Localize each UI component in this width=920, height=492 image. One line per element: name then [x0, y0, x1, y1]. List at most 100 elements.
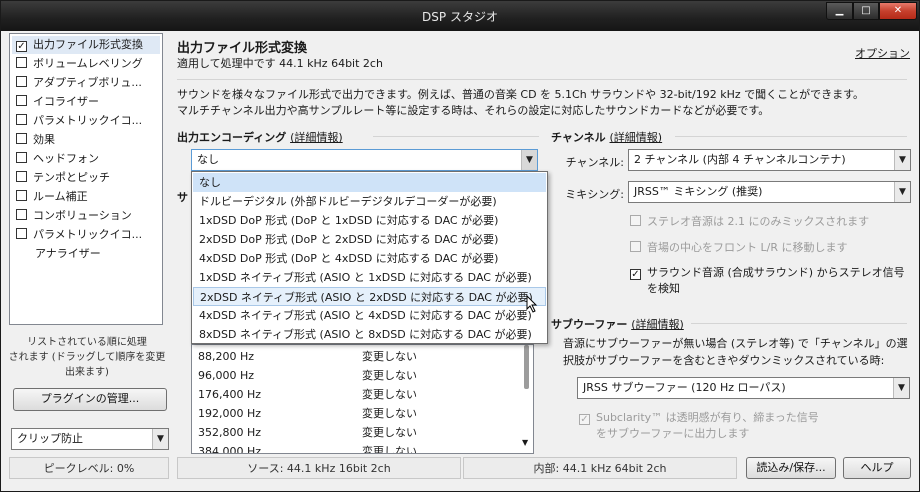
detect-surround-option[interactable]: ✓ サラウンド音源 (合成サラウンド) からステレオ信号 を検知: [630, 265, 905, 297]
checkbox-checked[interactable]: ✓: [630, 269, 641, 280]
options-link[interactable]: オプション: [855, 45, 910, 61]
sidebar-item[interactable]: テンポとピッチ: [12, 169, 160, 187]
clip-protection-select[interactable]: クリップ防止 ▼: [11, 428, 169, 450]
rate-action[interactable]: 変更しない: [362, 366, 417, 385]
checkbox-checked[interactable]: ✓: [16, 41, 27, 52]
sidebar-item-label: アダプティブボリュ...: [33, 76, 142, 89]
sidebar-item[interactable]: ✓ 出力ファイル形式変換: [12, 36, 160, 54]
center-to-front-option: 音場の中心をフロント L/R に移動します: [630, 239, 847, 255]
checkbox[interactable]: [16, 228, 27, 239]
checkbox[interactable]: [16, 76, 27, 87]
encoding-option[interactable]: なし: [193, 173, 546, 192]
sidebar-item[interactable]: ヘッドフォン: [12, 150, 160, 168]
option-label: ステレオ音源は 2.1 にのみミックスされます: [647, 215, 870, 228]
sidebar-item[interactable]: アダプティブボリュ...: [12, 74, 160, 92]
option-label: 音場の中心をフロント L/R に移動します: [647, 241, 848, 254]
encoding-option[interactable]: 1xDSD ネイティブ形式 (ASIO と 1xDSD に対応する DAC が必…: [193, 268, 546, 287]
channel-value: 2 チャンネル (内部 4 チャンネルコンテナ): [634, 153, 846, 166]
sidebar-item-label: パラメトリックイコ...: [33, 228, 143, 241]
maximize-button[interactable]: □: [853, 2, 879, 20]
mixing-select[interactable]: JRSS™ ミキシング (推奨) ▼: [628, 181, 911, 203]
rate-row[interactable]: 96,000 Hz 変更しない: [198, 366, 518, 385]
rate-list-scrollbar[interactable]: [520, 345, 533, 453]
rate-action[interactable]: 変更しない: [362, 347, 417, 366]
encoding-dropdown-list[interactable]: なし ドルビーデジタル (外部ドルビーデジタルデコーダーが必要) 1xDSD DoP…: [191, 171, 548, 344]
divider: [675, 136, 907, 137]
source-format-status: ソース: 44.1 kHz 16bit 2ch: [177, 457, 461, 479]
encoding-option[interactable]: 4xDSD ネイティブ形式 (ASIO と 4xDSD に対応する DAC が必…: [193, 306, 546, 325]
rate-action[interactable]: 変更しない: [362, 442, 417, 453]
encoding-details-link[interactable]: (詳細情報): [290, 131, 343, 144]
order-note-line: 出来ます): [65, 367, 109, 378]
checkbox[interactable]: [16, 171, 27, 182]
sidebar-item[interactable]: パラメトリックイコ...: [12, 112, 160, 130]
rate-action[interactable]: 変更しない: [362, 385, 417, 404]
encoding-option[interactable]: 4xDSD DoP 形式 (DoP と 4xDSD に対応する DAC が必要): [193, 249, 546, 268]
divider: [177, 79, 907, 80]
encoding-option[interactable]: 2xDSD ネイティブ形式 (ASIO と 2xDSD に対応する DAC が必…: [193, 287, 546, 306]
channel-section-label: チャンネル (詳細情報): [551, 129, 662, 145]
sidebar-item[interactable]: イコライザー: [12, 93, 160, 111]
sidebar-item[interactable]: アナライザー: [12, 245, 160, 263]
subwoofer-section-label: サブウーファー (詳細情報): [551, 316, 684, 332]
sidebar-item[interactable]: 効果: [12, 131, 160, 149]
subwoofer-details-link[interactable]: (詳細情報): [631, 318, 684, 331]
rate-row[interactable]: 352,800 Hz 変更しない: [198, 423, 518, 442]
subclarity-option: ✓ Subclarity™ は透明感が有り、締まった信号 をサブウーファーに出力し…: [579, 410, 819, 442]
sidebar-item[interactable]: ルーム補正: [12, 188, 160, 206]
rate-value: 192,000 Hz: [198, 407, 262, 420]
sidebar-item[interactable]: コンボリューション: [12, 207, 160, 225]
dsp-studio-window: DSP スタジオ ▁ □ ✕ ✓ 出力ファイル形式変換ボリュームレベリングアダプテ…: [0, 0, 920, 492]
rate-action[interactable]: 変更しない: [362, 423, 417, 442]
minimize-button[interactable]: ▁: [826, 2, 853, 20]
load-save-button[interactable]: 読込み/保存...: [746, 457, 836, 479]
manage-plugins-button[interactable]: プラグインの管理...: [13, 388, 167, 411]
rate-row[interactable]: 176,400 Hz 変更しない: [198, 385, 518, 404]
checkbox[interactable]: [16, 133, 27, 144]
sidebar-item-label: コンボリューション: [33, 209, 132, 222]
hidden-section-label: サ: [177, 191, 188, 204]
scrollbar-thumb[interactable]: [524, 345, 529, 389]
checkbox[interactable]: [16, 57, 27, 68]
order-note: リストされている順に処理 されます (ドラッグして順序を変更 出来ます): [7, 335, 167, 380]
divider: [691, 323, 907, 324]
rate-row[interactable]: 88,200 Hz 変更しない: [198, 347, 518, 366]
sidebar-item[interactable]: パラメトリックイコ...: [12, 226, 160, 244]
subwoofer-value: JRSS サブウーファー (120 Hz ローパス): [583, 381, 786, 394]
encoding-option[interactable]: 8xDSD ネイティブ形式 (ASIO と 8xDSD に対応する DAC が必…: [193, 325, 546, 344]
encoding-option[interactable]: 2xDSD DoP 形式 (DoP と 2xDSD に対応する DAC が必要): [193, 230, 546, 249]
checkbox[interactable]: [16, 209, 27, 220]
rate-row[interactable]: 192,000 Hz 変更しない: [198, 404, 518, 423]
description-line: 択肢がサブウーファーを含むときやダウンミックスされている時:: [563, 354, 885, 367]
encoding-select[interactable]: なし ▼: [191, 149, 538, 171]
page-title: 出力ファイル形式変換: [177, 41, 308, 56]
sample-rate-list[interactable]: 88,200 Hz 変更しない 96,000 Hz 変更しない 176,400 Hz 変更…: [191, 344, 534, 454]
sidebar-item-label: テンポとピッチ: [33, 171, 110, 184]
title-bar[interactable]: DSP スタジオ ▁ □ ✕: [1, 1, 919, 31]
encoding-option[interactable]: ドルビーデジタル (外部ドルビーデジタルデコーダーが必要): [193, 192, 546, 211]
sidebar-item[interactable]: ボリュームレベリング: [12, 55, 160, 73]
sidebar-item-label: 出力ファイル形式変換: [33, 38, 143, 51]
checkbox[interactable]: [16, 95, 27, 106]
checkbox: [630, 241, 641, 252]
order-note-line: されます (ドラッグして順序を変更: [8, 352, 166, 363]
rate-action[interactable]: 変更しない: [362, 404, 417, 423]
rate-row[interactable]: 384,000 Hz 変更しない: [198, 442, 518, 453]
dsp-module-list[interactable]: ✓ 出力ファイル形式変換ボリュームレベリングアダプティブボリュ... イコライザーパ…: [9, 33, 163, 325]
option-label: を検知: [647, 282, 680, 295]
channel-details-link[interactable]: (詳細情報): [610, 131, 663, 144]
checkbox[interactable]: [16, 152, 27, 163]
internal-format-status: 内部: 44.1 kHz 64bit 2ch: [463, 457, 737, 479]
channel-select[interactable]: 2 チャンネル (内部 4 チャンネルコンテナ) ▼: [628, 149, 911, 171]
checkbox[interactable]: [16, 114, 27, 125]
option-label: をサブウーファーに出力します: [596, 427, 750, 440]
sidebar-item-label: イコライザー: [33, 95, 99, 108]
checkbox[interactable]: [16, 190, 27, 201]
subwoofer-select[interactable]: JRSS サブウーファー (120 Hz ローパス) ▼: [577, 377, 910, 399]
divider: [373, 136, 539, 137]
help-button[interactable]: ヘルプ: [843, 457, 911, 479]
scroll-down-arrow-icon[interactable]: ▼: [522, 438, 528, 447]
close-button[interactable]: ✕: [879, 2, 917, 20]
sidebar-item-label: ヘッドフォン: [33, 152, 99, 165]
encoding-option[interactable]: 1xDSD DoP 形式 (DoP と 1xDSD に対応する DAC が必要): [193, 211, 546, 230]
